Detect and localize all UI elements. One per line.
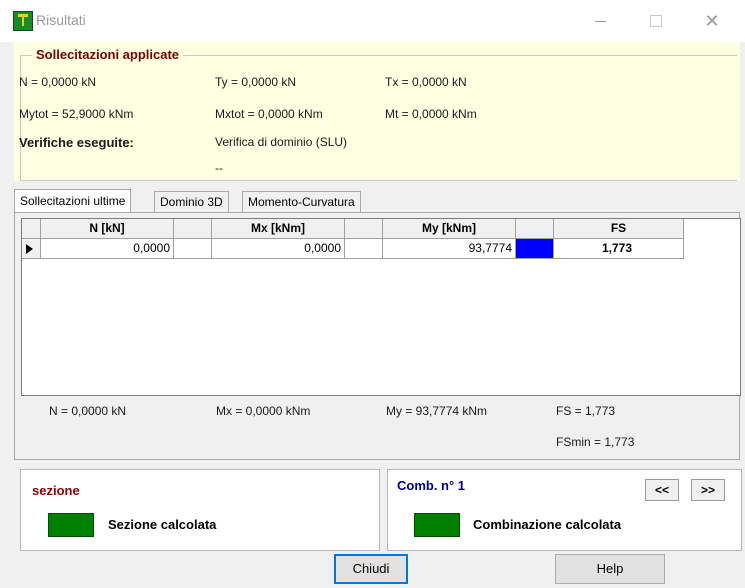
cell-n-spacer [174,239,212,259]
combinazione-panel: Comb. n° 1 << >> Combinazione calcolata [387,469,742,551]
verifiche-label: Verifiche eseguite: [19,135,134,150]
header-mx-spacer [345,219,383,239]
header-n-spacer [174,219,212,239]
help-button[interactable]: Help [555,554,665,584]
summary-fs: FS = 1,773 [556,404,616,418]
header-n: N [kN] [41,219,174,239]
close-dialog-button[interactable]: Chiudi [334,554,408,584]
window-title: Risultati [36,12,86,28]
header-my: My [kNm] [383,219,516,239]
close-icon: ✕ [704,11,720,31]
summary-fsmin: FSmin = 1,773 [556,435,635,449]
summary-my: My = 93,7774 kNm [386,404,488,418]
sezione-panel: sezione Sezione calcolata [20,469,380,551]
cell-fs[interactable]: 1,773 [554,239,684,259]
header-my-spacer [516,219,554,239]
cell-my[interactable]: 93,7774 [383,239,516,259]
comb-status-indicator [414,513,460,537]
fs-color-swatch [516,239,554,259]
grid-corner [22,219,41,239]
title-bar: Risultati ✕ [0,0,745,42]
applied-n: N = 0,0000 kN [19,75,97,89]
applied-extra: -- [215,161,223,175]
header-mx: Mx [kNm] [212,219,345,239]
app-icon [13,11,33,31]
prev-comb-button[interactable]: << [645,479,679,501]
applied-ty: Ty = 0,0000 kN [215,75,297,89]
maximize-icon [650,15,662,28]
cell-mx-spacer [345,239,383,259]
tab-dominio-3d[interactable]: Dominio 3D [154,191,229,212]
sezione-status: Sezione calcolata [108,517,217,532]
maximize-button[interactable] [636,6,676,36]
applied-loads-panel: Sollecitazioni applicate N = 0,0000 kN T… [14,42,740,181]
close-button[interactable]: ✕ [692,6,732,36]
summary-n: N = 0,0000 kN [49,404,127,418]
summary-mx: Mx = 0,0000 kNm [216,404,311,418]
cell-mx[interactable]: 0,0000 [212,239,345,259]
comb-status: Combinazione calcolata [473,517,622,532]
results-grid[interactable]: N [kN] Mx [kNm] My [kNm] FS 0,0000 0,000… [21,218,741,396]
next-comb-button[interactable]: >> [691,479,725,501]
minimize-icon [594,20,606,22]
sezione-label: sezione [32,483,80,498]
comb-label: Comb. n° 1 [397,478,466,493]
cell-n[interactable]: 0,0000 [41,239,174,259]
tab-sollecitazioni-ultime[interactable]: Sollecitazioni ultime [14,189,132,212]
tab-momento-curvatura[interactable]: Momento-Curvatura [242,191,361,212]
applied-mxtot: Mxtot = 0,0000 kNm [215,107,323,121]
minimize-button[interactable] [580,6,620,36]
verifica-value: Verifica di dominio (SLU) [215,135,348,149]
row-indicator-icon[interactable] [22,239,41,259]
tab-panel: N [kN] Mx [kNm] My [kNm] FS 0,0000 0,000… [14,212,741,460]
applied-loads-legend: Sollecitazioni applicate [32,47,184,62]
applied-mt: Mt = 0,0000 kNm [385,107,477,121]
sezione-status-indicator [48,513,94,537]
applied-mytot: Mytot = 52,9000 kNm [19,107,134,121]
header-fs: FS [554,219,684,239]
tab-strip: Sollecitazioni ultime Dominio 3D Momento… [14,189,740,213]
applied-tx: Tx = 0,0000 kN [385,75,467,89]
results-window: Risultati ✕ Sollecitazioni applicate N =… [0,0,745,588]
